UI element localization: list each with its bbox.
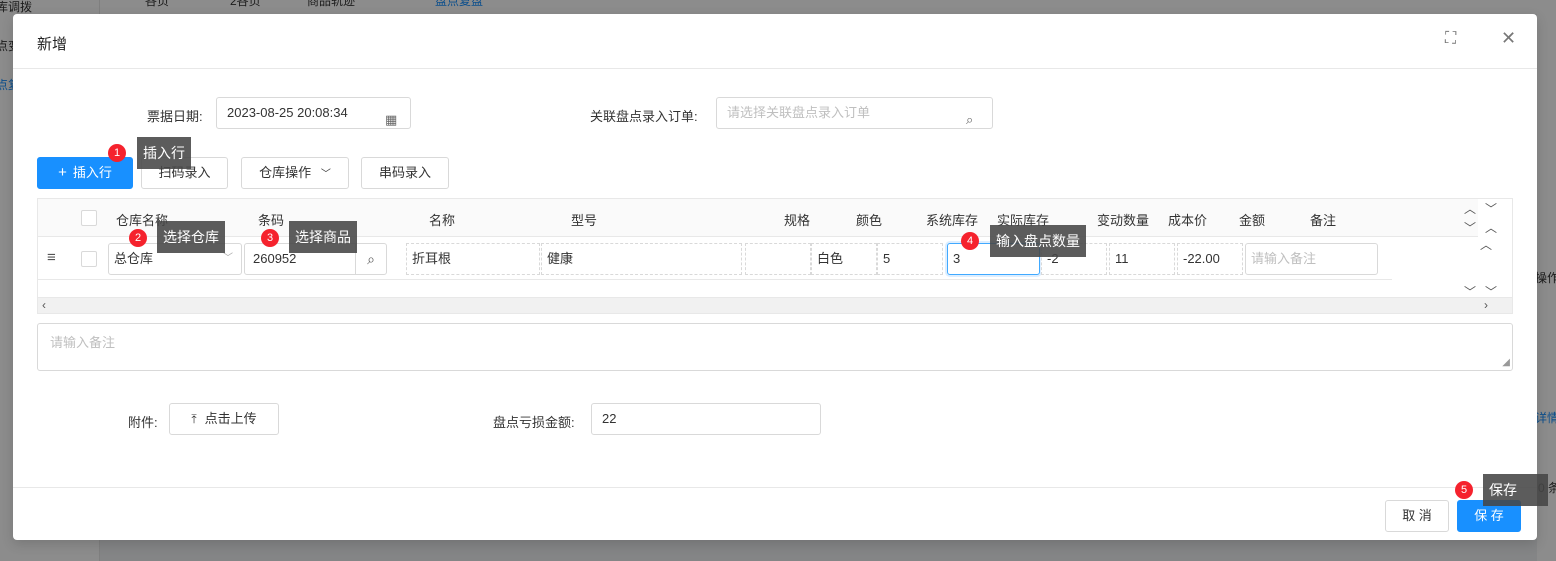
upload-icon: ⤒	[191, 412, 197, 426]
remark-textarea-placeholder: 请输入备注	[50, 335, 116, 350]
remark-placeholder: 请输入备注	[1251, 251, 1317, 266]
name-cell[interactable]: 折耳根	[406, 243, 540, 275]
warehouse-ops-label: 仓库操作	[259, 165, 312, 180]
chevron-up-icon[interactable]: ︿	[1485, 219, 1497, 236]
related-order-label: 关联盘点录入订单:	[590, 109, 698, 124]
column-header: 规格	[784, 213, 811, 228]
barcode-value: 260952	[253, 251, 297, 266]
system-stock-cell: 5	[877, 243, 943, 275]
chevron-down-icon: ﹀	[320, 169, 331, 180]
cancel-button[interactable]: 取 消	[1385, 500, 1449, 532]
upload-label: 点击上传	[204, 411, 257, 426]
actual-stock-value: 3	[953, 251, 961, 266]
chevron-right-icon[interactable]: ›	[1484, 298, 1488, 312]
modal-footer: 取 消 保 存	[13, 487, 1537, 540]
system-stock-value: 5	[883, 251, 891, 266]
step-tooltip: 选择仓库	[157, 221, 225, 253]
column-header: 成本价	[1168, 213, 1208, 228]
bill-date-value: 2023-08-25 20:08:34	[227, 105, 348, 120]
serial-entry-button[interactable]: 串码录入	[361, 157, 449, 189]
column-header: 条码	[258, 213, 285, 228]
chevron-down-icon[interactable]: ﹀	[1485, 200, 1497, 217]
chevron-up-icon[interactable]: ︿	[1480, 236, 1492, 253]
stock-table: 仓库名称 条码 名称 型号 规格 颜色 系统库存 实际库存 变动数量 成本价 金…	[37, 198, 1513, 314]
column-header: 备注	[1310, 213, 1337, 228]
column-header: 金额	[1239, 213, 1266, 228]
close-icon[interactable]: ✕	[1501, 28, 1516, 49]
remark-input[interactable]: 请输入备注	[1245, 243, 1378, 275]
upload-button[interactable]: ⤒ 点击上传	[169, 403, 279, 435]
search-icon: ⌕	[966, 112, 974, 127]
modal-title: 新增	[37, 36, 68, 53]
loss-amount-value: 22	[602, 411, 617, 426]
step-badge: 3	[261, 229, 279, 247]
cancel-label: 取 消	[1402, 508, 1432, 523]
loss-amount-label: 盘点亏损金额:	[493, 415, 575, 430]
warehouse-ops-dropdown[interactable]: 仓库操作 ﹀	[241, 157, 349, 189]
related-order-placeholder: 请选择关联盘点录入订单	[727, 105, 871, 120]
color-value: 白色	[817, 251, 844, 266]
column-header: 名称	[429, 213, 456, 228]
insert-row-label: 插入行	[72, 165, 112, 180]
select-all-checkbox[interactable]	[81, 210, 97, 226]
model-cell[interactable]: 健康	[541, 243, 742, 275]
chevron-up-icon[interactable]: ︿	[1464, 200, 1476, 217]
step-tooltip: 输入盘点数量	[990, 225, 1086, 257]
color-cell[interactable]: 白色	[811, 243, 877, 275]
step-badge: 4	[961, 232, 979, 250]
amount-cell: -22.00	[1177, 243, 1243, 275]
step-tooltip: 保存	[1483, 474, 1548, 506]
attachment-label: 附件:	[128, 415, 158, 430]
table-header: 仓库名称 条码 名称 型号 规格 颜色 系统库存 实际库存 变动数量 成本价 金…	[38, 199, 1478, 237]
chevron-left-icon[interactable]: ‹	[42, 298, 46, 312]
chevron-down-icon[interactable]: ﹀	[1464, 219, 1476, 236]
remark-textarea[interactable]: 请输入备注 ◢	[37, 323, 1513, 371]
amount-value: -22.00	[1183, 251, 1220, 266]
name-value: 折耳根	[412, 251, 452, 266]
fullscreen-icon[interactable]: ⛶	[1445, 30, 1456, 48]
column-header: 颜色	[856, 213, 883, 228]
plus-icon: +	[58, 164, 67, 181]
column-header: 系统库存	[926, 213, 979, 228]
related-order-select[interactable]: 请选择关联盘点录入订单 ⌕	[716, 97, 993, 129]
calendar-icon: ▦	[385, 112, 398, 127]
cost-price-cell[interactable]: 11	[1109, 243, 1175, 275]
table-row: ≡ 总仓库 ﹀ 260952 ⌕ 折耳根 健康 白色 5 3 -2 11 -22…	[38, 238, 1392, 280]
cost-price-value: 11	[1115, 251, 1129, 266]
serial-entry-label: 串码录入	[378, 165, 431, 180]
model-value: 健康	[547, 251, 574, 266]
row-checkbox[interactable]	[81, 251, 97, 267]
column-header: 型号	[571, 213, 598, 228]
step-badge: 2	[129, 229, 147, 247]
step-tooltip: 选择商品	[289, 221, 357, 253]
warehouse-value: 总仓库	[114, 251, 154, 266]
bill-date-picker[interactable]: 2023-08-25 20:08:34 ▦	[216, 97, 411, 129]
resize-handle-icon[interactable]: ◢	[1502, 357, 1510, 368]
drag-handle-icon[interactable]: ≡	[47, 249, 56, 266]
step-badge: 5	[1455, 481, 1473, 499]
step-badge: 1	[108, 144, 126, 162]
column-header: 变动数量	[1097, 213, 1150, 228]
spec-cell[interactable]	[745, 243, 811, 275]
bill-date-label: 票据日期:	[147, 109, 203, 124]
step-tooltip: 插入行	[137, 137, 191, 169]
modal-header: 新增 ⛶ ✕	[13, 14, 1537, 69]
save-label: 保 存	[1474, 508, 1504, 523]
loss-amount-input[interactable]: 22	[591, 403, 821, 435]
horizontal-scrollbar[interactable]: ‹ ›	[38, 297, 1512, 313]
search-icon[interactable]: ⌕	[355, 244, 386, 274]
add-modal: 新增 ⛶ ✕ 票据日期: 2023-08-25 20:08:34 ▦ 关联盘点录…	[13, 14, 1537, 540]
